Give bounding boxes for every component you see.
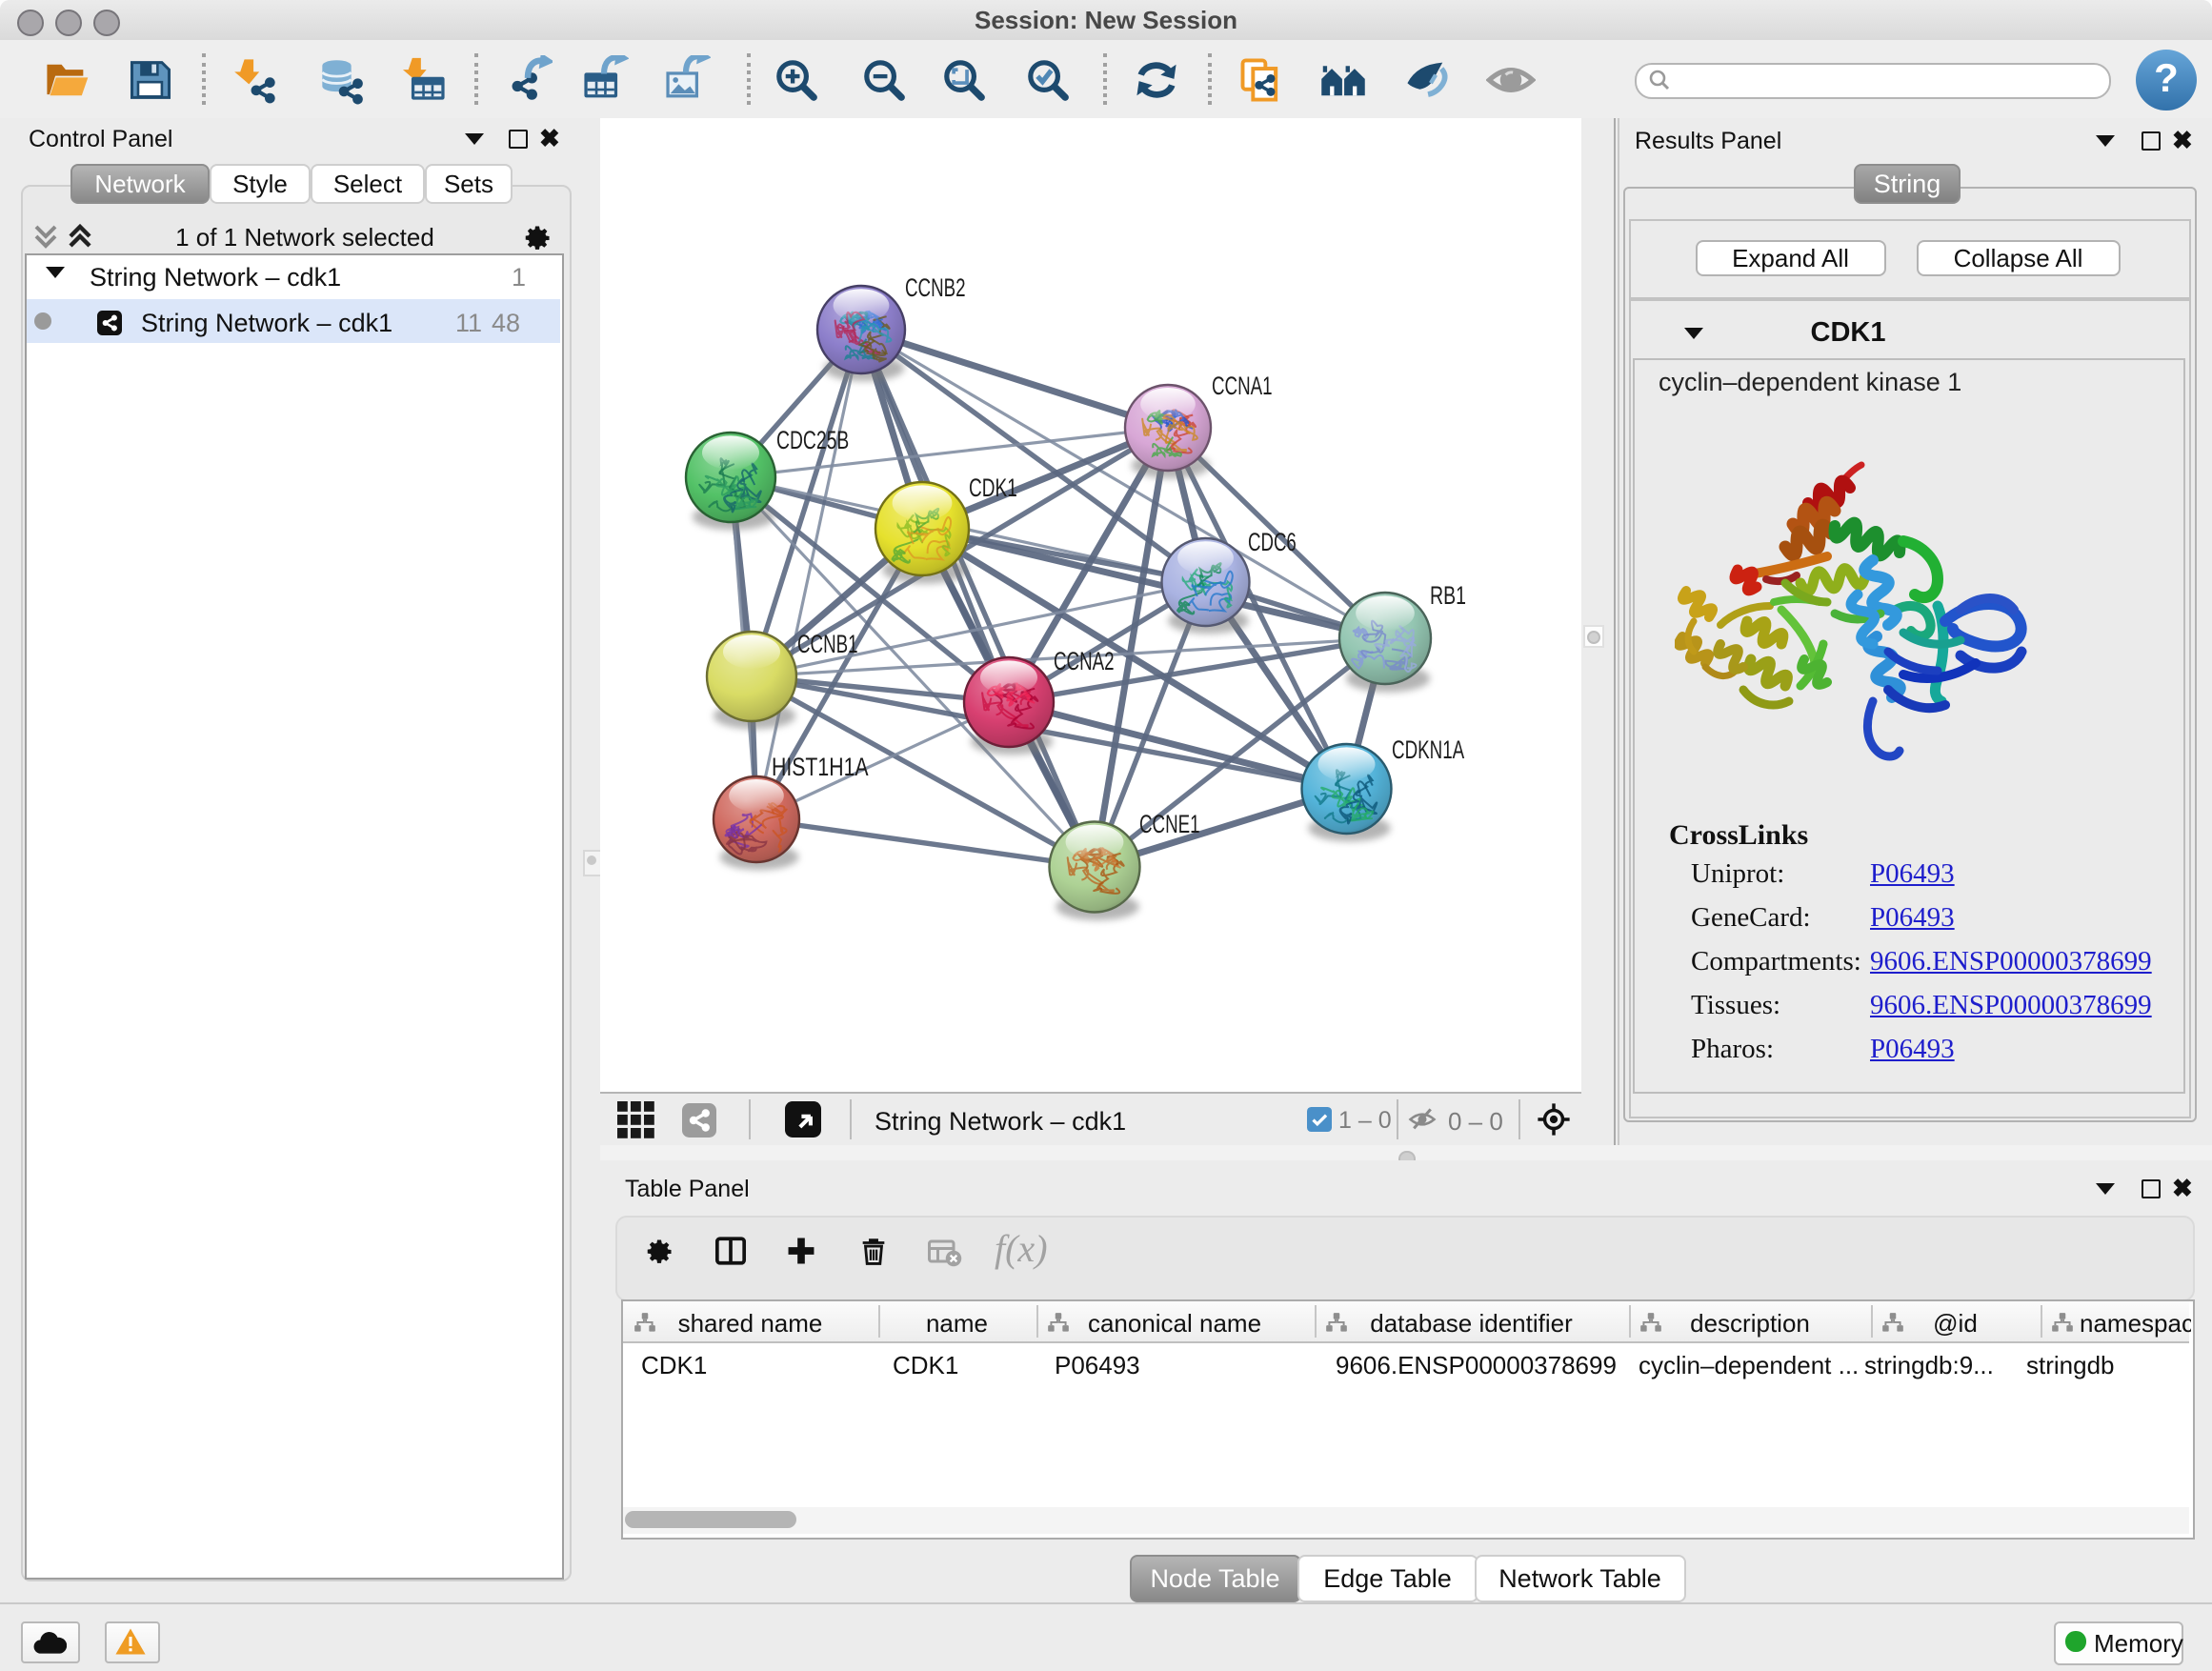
svg-text:CDC6: CDC6: [1248, 528, 1297, 556]
svg-text:CDK1: CDK1: [969, 473, 1017, 502]
svg-text:CCNA1: CCNA1: [1212, 372, 1273, 400]
svg-text:CCNB2: CCNB2: [905, 273, 966, 302]
svg-text:CCNA2: CCNA2: [1054, 647, 1115, 675]
svg-text:CDKN1A: CDKN1A: [1392, 735, 1464, 764]
svg-text:CCNE1: CCNE1: [1139, 810, 1200, 838]
svg-text:CCNB1: CCNB1: [797, 630, 858, 658]
svg-text:RB1: RB1: [1430, 581, 1466, 610]
svg-text:CDC25B: CDC25B: [776, 426, 849, 454]
svg-text:HIST1H1A: HIST1H1A: [772, 753, 869, 781]
